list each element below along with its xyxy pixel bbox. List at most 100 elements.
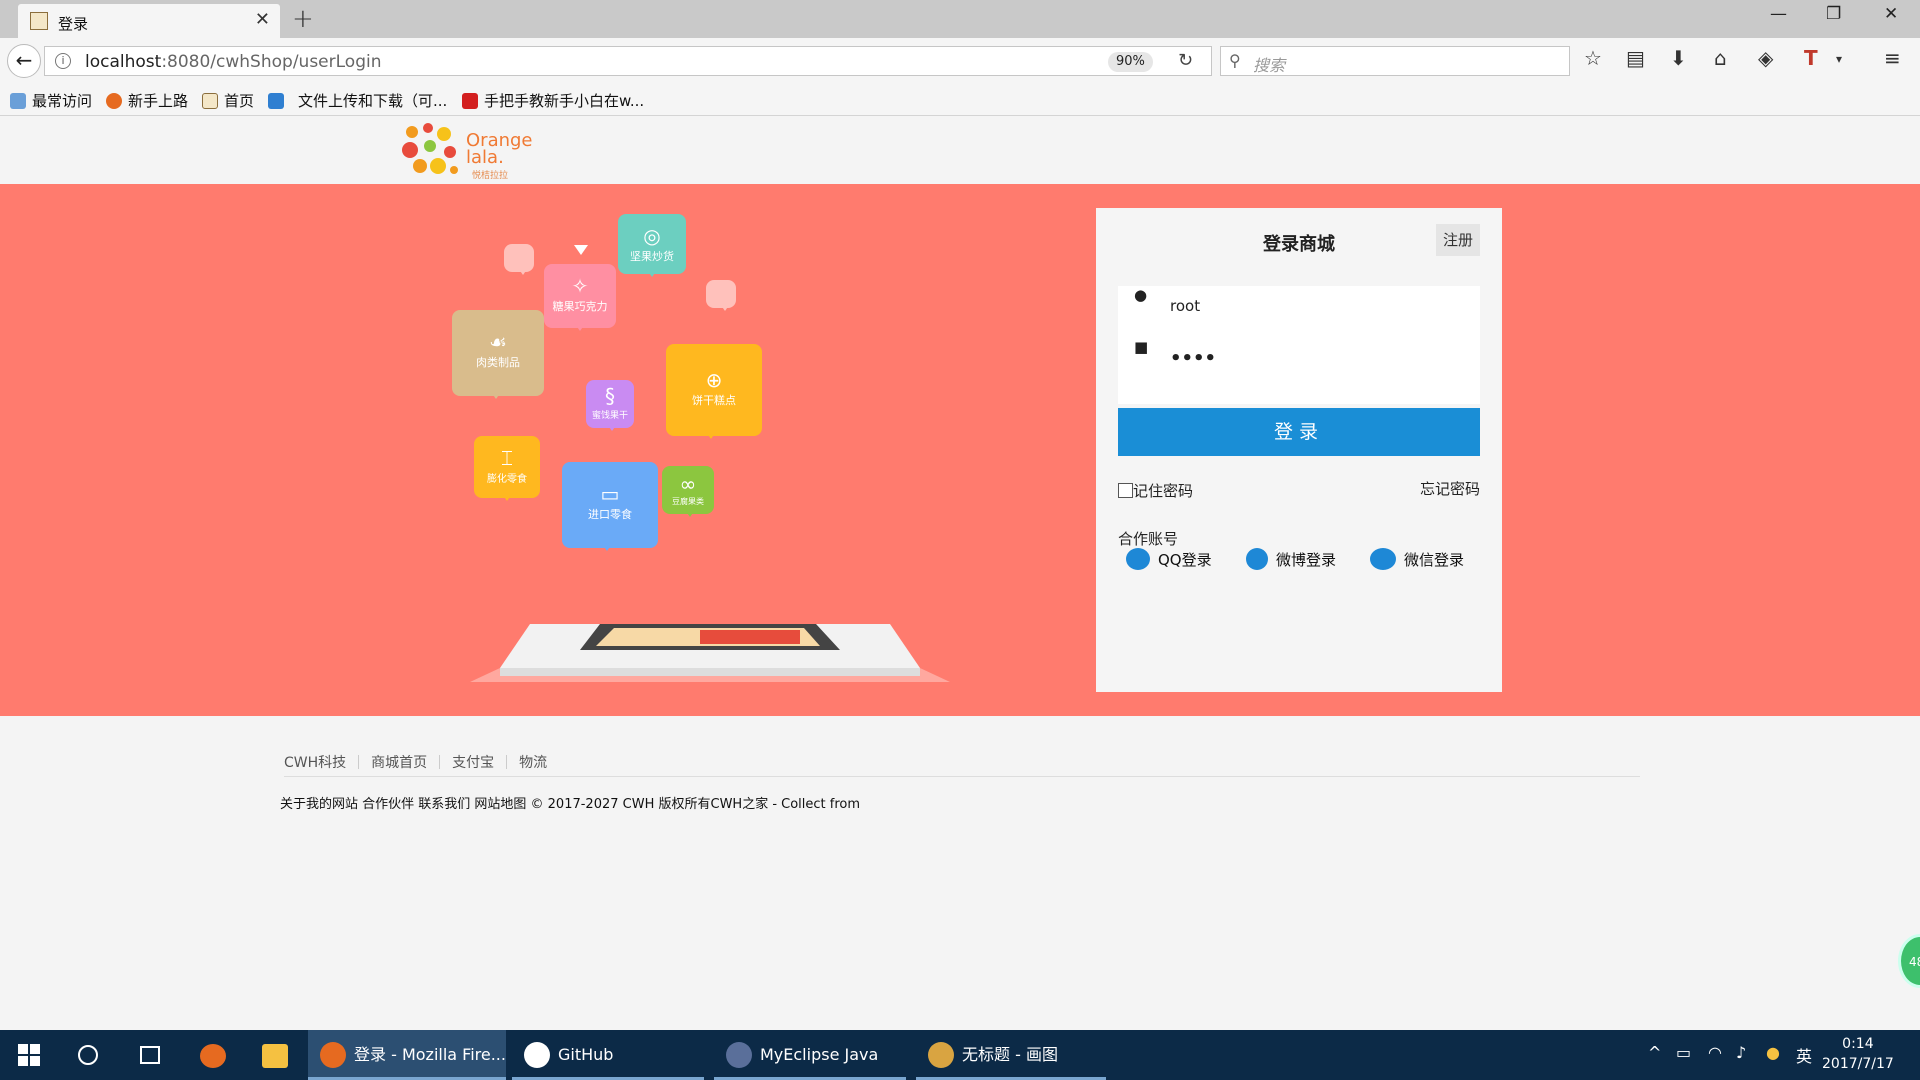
file-explorer-icon[interactable]	[262, 1044, 288, 1068]
bookmark-item[interactable]: 首页	[202, 90, 254, 111]
candy-icon: ✧	[571, 274, 589, 298]
floating-badge[interactable]: 48	[1898, 934, 1920, 988]
footer-copyright: 关于我的网站 合作伙伴 联系我们 网站地图 © 2017-2027 CWH 版权…	[280, 797, 861, 812]
back-arrow-icon[interactable]: ←	[7, 44, 41, 78]
qq-login-link[interactable]: QQ登录	[1126, 548, 1212, 570]
pocket-icon[interactable]: ◈	[1758, 46, 1773, 70]
firefox-icon	[320, 1042, 346, 1068]
snack-icon: ⌶	[501, 446, 513, 470]
wifi-icon[interactable]: ◠	[1708, 1043, 1722, 1062]
footer-nav: CWH科技 商城首页 支付宝 物流	[284, 752, 547, 772]
url-bar[interactable]: i localhost:8080/cwhShop/userLogin 90% ↻	[44, 46, 1212, 76]
bookmark-item[interactable]: 最常访问	[10, 90, 92, 111]
taskbar-task[interactable]: 登录 - Mozilla Fire...	[308, 1030, 506, 1080]
logo-wordmark: Orange lala.	[466, 132, 533, 167]
register-button[interactable]: 注册	[1436, 224, 1480, 256]
password-input[interactable]	[1170, 344, 1460, 372]
weibo-login-link[interactable]: 微博登录	[1246, 548, 1336, 570]
decor-bubble	[504, 244, 534, 275]
home-icon[interactable]: ⌂	[1714, 46, 1727, 70]
credentials-box: ● ■	[1118, 286, 1480, 404]
site-logo[interactable]: Orange lala. 悦桔拉拉	[400, 122, 540, 181]
remember-password[interactable]: 记住密码	[1118, 480, 1193, 501]
page-icon	[202, 93, 218, 109]
taskbar-task[interactable]: MyEclipse Java En...	[714, 1030, 906, 1080]
myeclipse-icon	[726, 1042, 752, 1068]
windows-taskbar: 登录 - Mozilla Fire... GitHub MyEclipse Ja…	[0, 1030, 1920, 1080]
search-bar[interactable]: ⚲ 搜索	[1220, 46, 1570, 76]
tray-expand-icon[interactable]: ^	[1648, 1043, 1661, 1062]
bubble-label: 蜜饯果干	[591, 411, 628, 421]
bookmark-item[interactable]: 文件上传和下载（可...	[268, 90, 447, 111]
dried-fruit-icon: §	[605, 384, 615, 408]
clock-date: 2017/7/17	[1822, 1056, 1894, 1072]
close-window-icon[interactable]: ✕	[1884, 4, 1898, 24]
category-bubble: ▭ 进口零食	[562, 462, 658, 551]
bubble-label: 膨化零食	[487, 474, 527, 485]
task-label: MyEclipse Java En...	[760, 1045, 879, 1064]
url-text[interactable]: localhost:8080/cwhShop/userLogin	[85, 52, 381, 72]
footer-link[interactable]: 物流	[519, 755, 547, 771]
logo-subtitle: 悦桔拉拉	[472, 171, 509, 181]
windows-start-icon[interactable]	[18, 1044, 40, 1066]
task-view-icon[interactable]	[140, 1046, 160, 1064]
forgot-password-link[interactable]: 忘记密码	[1420, 478, 1480, 499]
firefox-taskbar-icon[interactable]	[200, 1044, 226, 1068]
bubble-label: 糖果巧克力	[552, 300, 608, 313]
paint-icon	[928, 1042, 954, 1068]
download-icon[interactable]: ⬇	[1670, 46, 1687, 70]
battery-icon[interactable]: ▭	[1676, 1043, 1691, 1062]
bookmark-label: 手把手教新手小白在w...	[484, 92, 645, 110]
footer-link[interactable]: CWH科技	[284, 755, 346, 771]
divider	[358, 755, 360, 769]
bookmark-star-icon[interactable]: ☆	[1584, 46, 1602, 70]
cortana-icon[interactable]	[78, 1045, 98, 1065]
divider	[506, 755, 508, 769]
minimize-icon[interactable]: —	[1770, 4, 1787, 24]
taskbar-task[interactable]: 无标题 - 画图	[916, 1030, 1106, 1080]
bookmarks-library-icon[interactable]: ▤	[1626, 46, 1645, 70]
restore-icon[interactable]: ❐	[1826, 4, 1841, 24]
reload-icon[interactable]: ↻	[1178, 50, 1193, 71]
login-button[interactable]: 登录	[1118, 408, 1480, 456]
url-host: localhost	[85, 52, 162, 72]
bookmark-label: 文件上传和下载（可...	[298, 92, 448, 110]
firefox-icon	[106, 93, 122, 109]
qq-icon	[1126, 548, 1150, 570]
info-icon[interactable]: i	[55, 53, 71, 69]
qq-label: QQ登录	[1158, 551, 1212, 569]
translate-addon-icon[interactable]: T	[1804, 46, 1818, 70]
site-header: Orange lala. 悦桔拉拉	[0, 116, 1920, 184]
clock-time: 0:14	[1842, 1036, 1874, 1052]
hero-banner: ◎ 坚果炒货 ✧ 糖果巧克力 ☙ 肉类制品 § 蜜饯果干 ⊕ 饼干糕点 ⌶ 膨化零食 ∞ 豆腐…	[0, 184, 1920, 716]
footer-link[interactable]: 商城首页	[371, 755, 427, 771]
divider	[439, 755, 441, 769]
weather-icon[interactable]: ●	[1766, 1043, 1780, 1062]
bubble-label: 饼干糕点	[692, 394, 736, 407]
new-tab-icon[interactable]: +	[292, 4, 314, 34]
task-label: 无标题 - 画图	[962, 1045, 1058, 1064]
bookmark-item[interactable]: 手把手教新手小白在w...	[462, 90, 644, 111]
username-input[interactable]	[1170, 292, 1460, 320]
browser-tab[interactable]: 登录 ✕	[18, 4, 280, 38]
close-tab-icon[interactable]: ✕	[255, 9, 270, 30]
zoom-level[interactable]: 90%	[1108, 52, 1153, 72]
ime-indicator[interactable]: 英	[1796, 1043, 1812, 1067]
volume-icon[interactable]: ♪	[1736, 1043, 1746, 1062]
footer-link[interactable]: 支付宝	[452, 755, 494, 771]
taskbar-task[interactable]: GitHub	[512, 1030, 704, 1080]
addon-dropdown-icon[interactable]: ▾	[1836, 52, 1842, 66]
wechat-login-link[interactable]: 微信登录	[1370, 548, 1464, 570]
category-bubble: ⊕ 饼干糕点	[666, 344, 762, 439]
search-placeholder: 搜索	[1253, 56, 1286, 75]
weibo-label: 微博登录	[1276, 551, 1337, 569]
browser-nav-bar: ← i localhost:8080/cwhShop/userLogin 90%…	[0, 38, 1920, 84]
menu-hamburger-icon[interactable]: ≡	[1884, 46, 1901, 70]
bookmark-item[interactable]: 新手上路	[106, 90, 188, 111]
taskbar-clock[interactable]: 0:14 2017/7/17	[1822, 1034, 1894, 1074]
login-card: 登录商城 注册 ● ■ 登录 记住密码 忘记密码 合作账号 QQ登录 微博登录 …	[1096, 208, 1502, 692]
bookmark-label: 首页	[224, 92, 255, 110]
category-bubble: ✧ 糖果巧克力	[544, 264, 616, 331]
remember-checkbox[interactable]	[1118, 483, 1133, 498]
category-bubble: ⌶ 膨化零食	[474, 436, 540, 501]
